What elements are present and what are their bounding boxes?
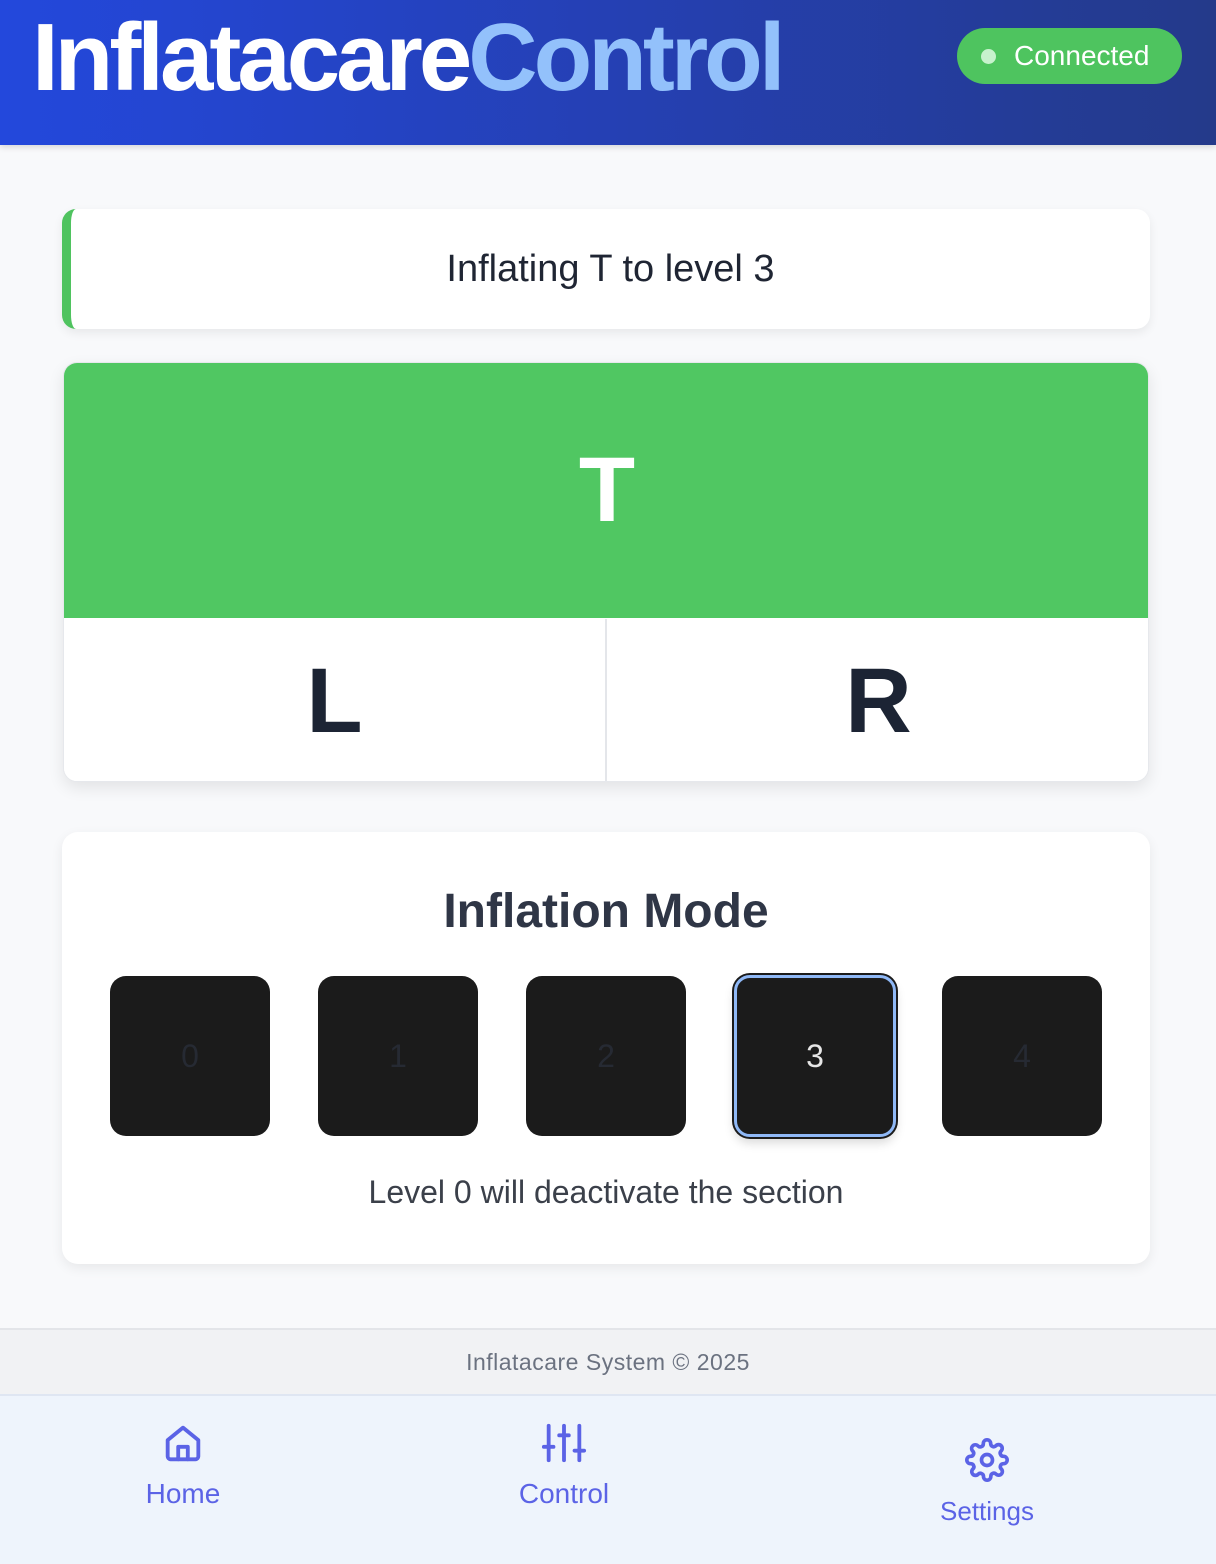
nav-label-settings: Settings bbox=[940, 1496, 1034, 1526]
footer: Inflatacare System © 2025 bbox=[0, 1328, 1216, 1394]
status-banner-message: Inflating T to level 3 bbox=[446, 247, 775, 290]
connection-status-badge: Connected bbox=[957, 28, 1182, 84]
app-title-primary: Inflatacare bbox=[32, 4, 472, 111]
level-4-button[interactable]: 4 bbox=[942, 976, 1102, 1136]
section-top-button[interactable]: T bbox=[64, 363, 1148, 618]
section-top-label: T bbox=[578, 439, 636, 541]
level-0-button[interactable]: 0 bbox=[110, 976, 270, 1136]
app-header: InflatacareControl Connected bbox=[0, 0, 1216, 145]
nav-item-control[interactable]: Control bbox=[504, 1420, 624, 1510]
section-selector: T L R bbox=[63, 362, 1149, 782]
nav-label-control: Control bbox=[518, 1478, 610, 1509]
status-dot-icon bbox=[981, 48, 996, 64]
nav-item-settings[interactable]: Settings bbox=[927, 1438, 1047, 1527]
app-title: InflatacareControl bbox=[32, 8, 785, 108]
section-left-button[interactable]: L bbox=[64, 619, 607, 781]
sliders-icon bbox=[541, 1423, 587, 1463]
level-3-button[interactable]: 3 bbox=[734, 975, 896, 1137]
nav-label-home: Home bbox=[145, 1478, 221, 1509]
section-right-button[interactable]: R bbox=[607, 619, 1148, 781]
footer-copyright: Inflatacare System © 2025 bbox=[466, 1348, 750, 1375]
home-icon bbox=[165, 1425, 201, 1462]
connection-status-text: Connected bbox=[1014, 40, 1150, 71]
inflation-mode-card: Inflation Mode 0 1 2 3 4 Level 0 will de… bbox=[62, 832, 1150, 1264]
inflation-mode-title: Inflation Mode bbox=[443, 885, 769, 938]
inflation-mode-hint: Level 0 will deactivate the section bbox=[368, 1174, 844, 1210]
gear-icon bbox=[965, 1438, 1009, 1482]
nav-item-home[interactable]: Home bbox=[123, 1420, 243, 1510]
status-banner: Inflating T to level 3 bbox=[62, 209, 1150, 329]
section-right-label: R bbox=[845, 649, 912, 752]
bottom-nav: Home Control Settings bbox=[0, 1394, 1216, 1564]
section-left-label: L bbox=[306, 649, 363, 752]
level-1-button[interactable]: 1 bbox=[318, 976, 478, 1136]
app-title-accent: Control bbox=[468, 4, 785, 111]
level-2-button[interactable]: 2 bbox=[526, 976, 686, 1136]
app-page: InflatacareControl Connected Inflating T… bbox=[0, 0, 1216, 1564]
